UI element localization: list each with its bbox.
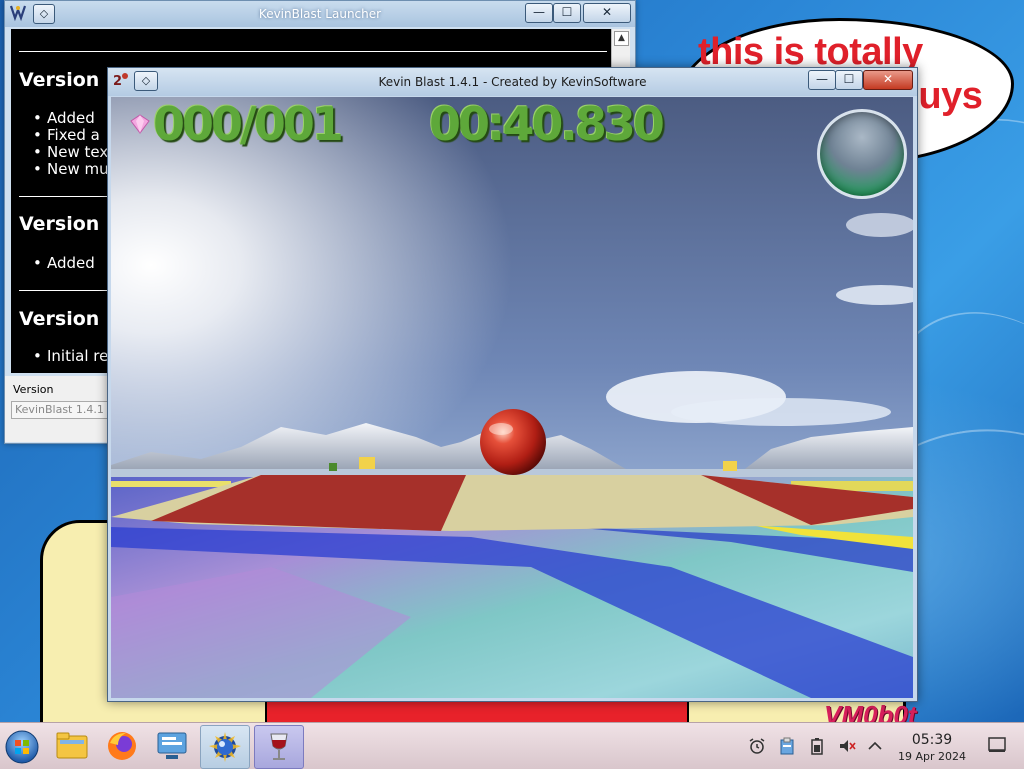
scroll-up-arrow-icon[interactable]: ▲ (614, 31, 629, 46)
firefox-icon (108, 732, 136, 760)
player-ball (480, 409, 546, 475)
watermark-text: VM0b0t (824, 700, 917, 722)
kevinblast-icon (209, 732, 241, 762)
game-viewport[interactable]: 000/001 00:40.830 (111, 97, 913, 698)
taskbar-wine-game[interactable] (254, 725, 304, 769)
game-titlebar[interactable]: 2 ◇ Kevin Blast 1.4.1 - Created by Kevin… (108, 68, 917, 96)
changelog-item: Initial re (33, 347, 108, 365)
minimize-button[interactable]: — (525, 3, 553, 23)
computer-network-icon (157, 732, 187, 759)
taskbar-firefox[interactable] (98, 725, 146, 767)
version-label: Version (13, 383, 54, 396)
close-button[interactable]: ✕ (583, 3, 631, 23)
cloud (846, 213, 913, 237)
taskbar-file-manager[interactable] (48, 725, 96, 767)
maximize-button[interactable]: ☐ (553, 3, 581, 23)
divider (19, 51, 607, 52)
wine-glass-icon (270, 733, 288, 760)
powerup-orb-icon (817, 109, 907, 199)
game-title: Kevin Blast 1.4.1 - Created by KevinSoft… (378, 75, 647, 89)
game-window: 2 ◇ Kevin Blast 1.4.1 - Created by Kevin… (107, 67, 918, 702)
taskbar: 05:39 19 Apr 2024 (0, 722, 1024, 769)
taskbar-kevinblast-launcher[interactable] (200, 725, 250, 769)
gem-counter: 000/001 (153, 97, 344, 151)
gem-icon (130, 114, 150, 134)
changelog-item: Added (33, 254, 95, 272)
battery-icon[interactable] (808, 737, 826, 755)
changelog-item: Fixed a (33, 126, 100, 144)
cloud (671, 398, 891, 426)
launcher-titlebar[interactable]: ◇ KevinBlast Launcher — ☐ ✕ (5, 1, 635, 27)
changelog-item: New tex (33, 143, 108, 161)
taskbar-network-settings[interactable] (148, 725, 196, 767)
changelog-heading: Version 1 (19, 308, 120, 330)
chevron-up-icon[interactable] (866, 737, 884, 755)
clock-date[interactable]: 19 Apr 2024 (890, 750, 974, 763)
close-button[interactable]: ✕ (863, 70, 913, 90)
maximize-button[interactable]: ☐ (835, 70, 863, 90)
start-button[interactable] (4, 729, 40, 765)
ball-highlight (489, 423, 513, 435)
volume-muted-icon[interactable] (838, 737, 856, 755)
alarm-icon[interactable] (748, 737, 766, 755)
windows-logo-icon (15, 740, 21, 746)
marker-gem (329, 463, 337, 471)
minimize-button[interactable]: — (808, 70, 836, 90)
track-edge (111, 481, 231, 487)
folder-icon (56, 732, 88, 759)
changelog-heading: Version 1 (19, 213, 120, 235)
show-desktop-icon[interactable] (988, 737, 1006, 753)
race-timer: 00:40.830 (429, 97, 665, 151)
version-field[interactable]: KevinBlast 1.4.1 (11, 401, 112, 419)
clock-time[interactable]: 05:39 (900, 732, 964, 748)
changelog-item: New mu (33, 160, 109, 178)
wallpaper-cartoon-band (265, 700, 689, 722)
changelog-item: Added (33, 109, 95, 127)
marker-flag (723, 461, 737, 471)
marker-flag (359, 457, 375, 469)
changelog-heading: Version 1 (19, 69, 120, 91)
game-scene (111, 97, 913, 698)
clipboard-icon[interactable] (778, 737, 796, 755)
